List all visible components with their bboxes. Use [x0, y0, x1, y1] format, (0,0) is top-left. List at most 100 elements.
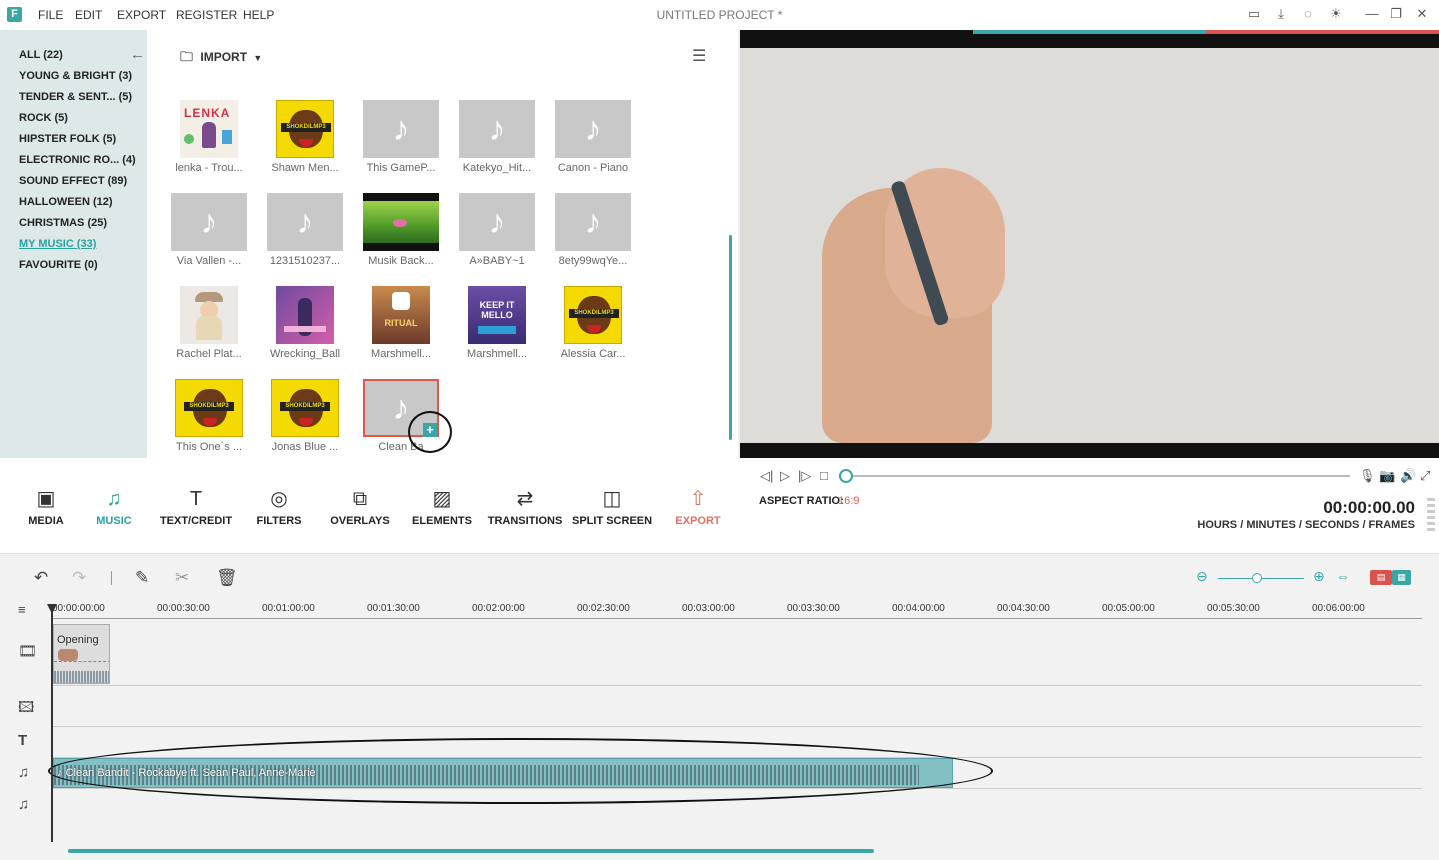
library-item[interactable]: KEEP IT MELLO Marshmell... — [457, 286, 537, 360]
camera-icon[interactable]: 📷 — [1379, 468, 1395, 484]
library-item-selected[interactable]: ♪ Clean Ba — [361, 379, 441, 453]
library-item[interactable]: SHOKDILMP3 Jonas Blue ... — [265, 379, 345, 453]
transitions-icon: ⇄ — [516, 488, 534, 510]
playback-track[interactable] — [845, 475, 1350, 477]
menu-edit[interactable]: EDIT — [75, 8, 102, 22]
tool-music[interactable]: ♫ MUSIC — [74, 486, 154, 527]
track-settings-icon[interactable]: ≡ — [18, 602, 26, 617]
feedback-icon[interactable]: ◌ — [1300, 6, 1316, 22]
library-item-caption: Wrecking_Ball — [269, 348, 341, 360]
add-to-timeline-button[interactable]: + — [423, 423, 437, 437]
library-item[interactable]: Wrecking_Ball — [265, 286, 345, 360]
list-view-icon[interactable]: ☰ — [692, 46, 706, 66]
tool-split-screen[interactable]: ◫ SPLIT SCREEN — [572, 486, 652, 527]
resize-handle[interactable] — [1427, 498, 1435, 532]
album-thumbnail — [180, 286, 238, 344]
edit-pencil-icon[interactable]: ✎ — [135, 568, 149, 588]
redo-icon[interactable]: ↷ — [72, 568, 86, 588]
volume-icon[interactable]: 🔊 — [1400, 468, 1416, 484]
playback-knob[interactable] — [839, 469, 853, 483]
category-all[interactable]: ALL (22) — [19, 49, 63, 61]
download-icon[interactable]: ⤓ — [1273, 6, 1289, 22]
library-item[interactable]: ♪ A»BABY~1 — [457, 193, 537, 267]
library-item[interactable]: Musik Back... — [361, 193, 441, 267]
library-item[interactable]: SHOKDILMP3 This One`s ... — [169, 379, 249, 453]
zoom-in-icon[interactable]: ⊕ — [1313, 568, 1325, 585]
zoom-out-icon[interactable]: ⊖ — [1196, 568, 1208, 585]
library-item[interactable]: ♪ Canon - Piano — [553, 100, 633, 174]
library-item[interactable]: ♪ Katekyo_Hit... — [457, 100, 537, 174]
zoom-slider-knob[interactable] — [1251, 573, 1262, 583]
undo-icon[interactable]: ↶ — [34, 568, 48, 588]
music-category-panel: ← ALL (22) YOUNG & BRIGHT (3) TENDER & S… — [0, 30, 147, 458]
fit-timeline-icon[interactable]: ⇔ — [1336, 568, 1350, 584]
ruler-tick-label: 00:05:00:00 — [1102, 603, 1155, 614]
library-item[interactable]: ♪ 8ety99wqYe... — [553, 193, 633, 267]
play-icon[interactable]: ▷ — [780, 468, 790, 484]
text-icon: T — [189, 488, 203, 510]
tool-label: EXPORT — [675, 515, 721, 527]
category-young-bright[interactable]: YOUNG & BRIGHT (3) — [19, 70, 132, 82]
category-hipster-folk[interactable]: HIPSTER FOLK (5) — [19, 133, 116, 145]
category-electronic[interactable]: ELECTRONIC RO... (4) — [19, 154, 136, 166]
step-back-icon[interactable]: ◁| — [760, 468, 773, 484]
menu-register[interactable]: REGISTER — [176, 8, 237, 22]
category-sound-effect[interactable]: SOUND EFFECT (89) — [19, 175, 127, 187]
tool-overlays[interactable]: ⧉ OVERLAYS — [320, 486, 400, 527]
tool-elements[interactable]: ▨ ELEMENTS — [402, 486, 482, 527]
cut-icon[interactable]: ✂ — [175, 568, 189, 588]
library-item[interactable]: ♪ This GameP... — [361, 100, 441, 174]
library-item[interactable]: ♪ Via Vallen -... — [169, 193, 249, 267]
close-icon[interactable]: ✕ — [1414, 6, 1430, 22]
image-track-icon[interactable]: 🖾 — [18, 697, 34, 722]
restore-icon[interactable]: ❐ — [1388, 6, 1404, 22]
category-my-music[interactable]: MY MUSIC (33) — [19, 238, 96, 250]
stop-icon[interactable]: □ — [820, 468, 828, 483]
library-item[interactable]: LENKA lenka - Trou... — [169, 100, 249, 174]
category-rock[interactable]: ROCK (5) — [19, 112, 68, 124]
music-track-2-icon[interactable]: ♫ — [18, 796, 29, 813]
text-track-icon[interactable]: T — [18, 732, 27, 749]
library-item[interactable]: SHOKDILMP3 Shawn Men... — [265, 100, 345, 174]
step-forward-icon[interactable]: |▷ — [798, 468, 811, 484]
library-item[interactable]: ♪ 1231510237... — [265, 193, 345, 267]
aspect-ratio-value[interactable]: 16:9 — [838, 495, 859, 507]
save-icon[interactable]: ▭ — [1246, 6, 1262, 22]
library-item[interactable]: SHOKDILMP3 Alessia Car... — [553, 286, 633, 360]
library-scrollbar[interactable] — [729, 235, 732, 440]
tool-text-credit[interactable]: T TEXT/CREDIT — [156, 486, 236, 527]
import-button[interactable]: 🗀 IMPORT ▼ — [180, 48, 262, 70]
video-clip-opening[interactable]: Opening — [53, 624, 110, 684]
category-christmas[interactable]: CHRISTMAS (25) — [19, 217, 107, 229]
music-track-icon[interactable]: ♫ — [18, 764, 29, 781]
library-item[interactable]: Rachel Plat... — [169, 286, 249, 360]
video-track-icon[interactable]: 🎞 — [18, 642, 37, 660]
tool-filters[interactable]: ◎ FILTERS — [239, 486, 319, 527]
category-tender[interactable]: TENDER & SENT... (5) — [19, 91, 132, 103]
toolbar-divider — [111, 571, 112, 585]
timeline-ruler[interactable]: 00:00:00:00 00:00:30:00 00:01:00:00 00:0… — [52, 599, 1422, 619]
delete-icon[interactable]: 🗑 — [216, 568, 238, 588]
timecode: 00:00:00.00 — [1323, 498, 1415, 517]
library-item[interactable]: RITUAL Marshmell... — [361, 286, 441, 360]
back-arrow-icon[interactable]: ← — [130, 46, 145, 63]
ruler-tick-label: 00:04:30:00 — [997, 603, 1050, 614]
timeline-scrollbar[interactable] — [68, 849, 874, 853]
audio-clip[interactable]: ♪ Clean Bandit - Rockabye ft. Sean Paul,… — [53, 758, 953, 788]
minimize-icon[interactable]: — — [1364, 6, 1380, 22]
microphone-icon[interactable]: 🎙 — [1359, 468, 1376, 484]
brightness-icon[interactable]: ☀ — [1328, 6, 1344, 22]
menu-file[interactable]: FILE — [38, 8, 63, 22]
category-halloween[interactable]: HALLOWEEN (12) — [19, 196, 113, 208]
menu-export[interactable]: EXPORT — [117, 8, 166, 22]
category-favourite[interactable]: FAVOURITE (0) — [19, 259, 98, 271]
filters-icon: ◎ — [270, 488, 288, 510]
fullscreen-icon[interactable]: ⤢ — [1420, 468, 1430, 484]
menu-help[interactable]: HELP — [243, 8, 274, 22]
render-preview-icon[interactable]: ▤ — [1370, 570, 1392, 585]
marker-icon[interactable]: ▦ — [1392, 570, 1411, 585]
playhead[interactable] — [51, 604, 53, 842]
tool-transitions[interactable]: ⇄ TRANSITIONS — [485, 486, 565, 527]
tool-export[interactable]: ⇧ EXPORT — [658, 486, 738, 527]
library-item-caption: This GameP... — [366, 162, 436, 174]
